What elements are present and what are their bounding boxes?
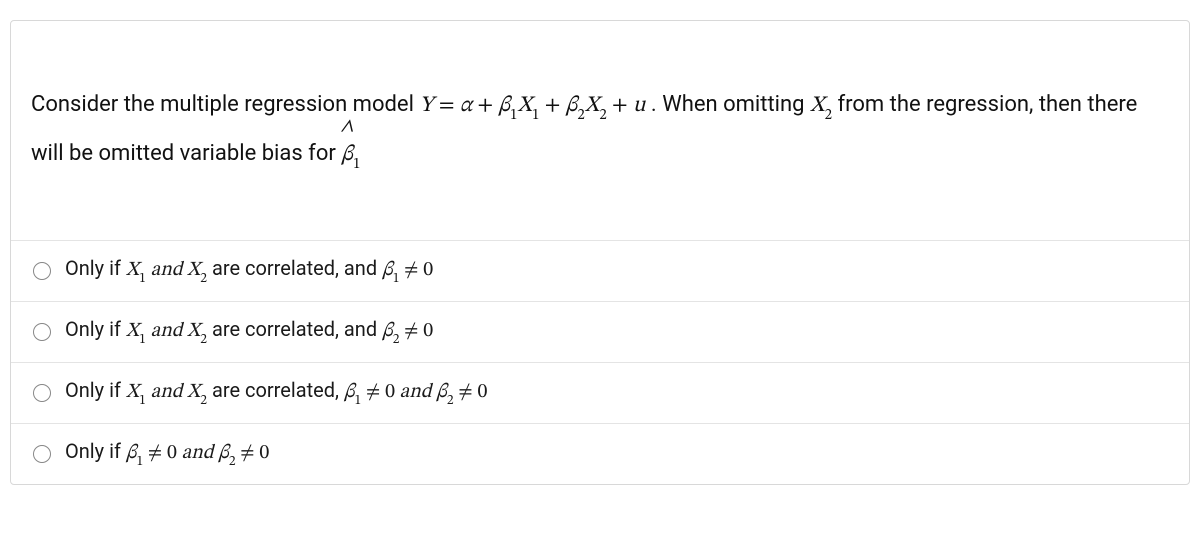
answer-text: Only if X1 and X2 are correlated, and β2… bbox=[65, 317, 433, 347]
hat-icon: ∧ bbox=[340, 116, 353, 137]
q-eq-X2-sub: 2 bbox=[599, 108, 606, 123]
question-text: Consider the multiple regression model Y… bbox=[11, 21, 1189, 240]
q-eq-b1-sub: 1 bbox=[510, 108, 517, 123]
q-beta-hat: ∧β bbox=[341, 131, 353, 179]
q-eq-X2b: X bbox=[810, 95, 825, 117]
radio-icon[interactable] bbox=[33, 445, 51, 463]
q-eq-b2-sub: 2 bbox=[577, 108, 584, 123]
q-bhat-sub: 1 bbox=[353, 157, 360, 172]
q-eq-dot: . bbox=[645, 92, 662, 117]
q-eq-b1: β bbox=[498, 95, 510, 117]
answer-text: Only if X1 and X2 are correlated, and β1… bbox=[65, 256, 433, 286]
q-eq-alpha: α bbox=[460, 95, 472, 117]
answer-text: Only if X1 and X2 are correlated, β1 ≠ 0… bbox=[65, 378, 487, 408]
q-eq-plus2: + bbox=[539, 95, 565, 117]
answer-text: Only if β1 ≠ 0 and β2 ≠ 0 bbox=[65, 439, 269, 469]
q-bhat: β bbox=[341, 144, 353, 166]
q-eq-X2: X bbox=[585, 95, 600, 117]
answer-option-3[interactable]: Only if X1 and X2 are correlated, β1 ≠ 0… bbox=[11, 362, 1189, 423]
q-prefix: Consider the multiple regression model bbox=[31, 92, 419, 117]
q-middle: When omitting bbox=[662, 92, 810, 117]
q-eq-plus3: + bbox=[607, 95, 633, 117]
radio-icon[interactable] bbox=[33, 323, 51, 341]
q-eq-plus1: + bbox=[472, 95, 498, 117]
q-eq-X1-sub: 1 bbox=[532, 108, 539, 123]
q-eq-X2b-sub: 2 bbox=[825, 108, 832, 123]
q-eq-X1: X bbox=[517, 95, 532, 117]
q-eq-equals: = bbox=[434, 95, 460, 117]
q-eq-Y: Y bbox=[419, 95, 433, 117]
answer-option-4[interactable]: Only if β1 ≠ 0 and β2 ≠ 0 bbox=[11, 423, 1189, 484]
q-eq-u: u bbox=[633, 95, 646, 117]
answer-option-2[interactable]: Only if X1 and X2 are correlated, and β2… bbox=[11, 301, 1189, 362]
radio-icon[interactable] bbox=[33, 262, 51, 280]
q-eq-b2: β bbox=[566, 95, 578, 117]
answer-list: Only if X1 and X2 are correlated, and β1… bbox=[11, 240, 1189, 484]
radio-icon[interactable] bbox=[33, 384, 51, 402]
answer-option-1[interactable]: Only if X1 and X2 are correlated, and β1… bbox=[11, 240, 1189, 301]
question-card: Consider the multiple regression model Y… bbox=[10, 20, 1190, 485]
